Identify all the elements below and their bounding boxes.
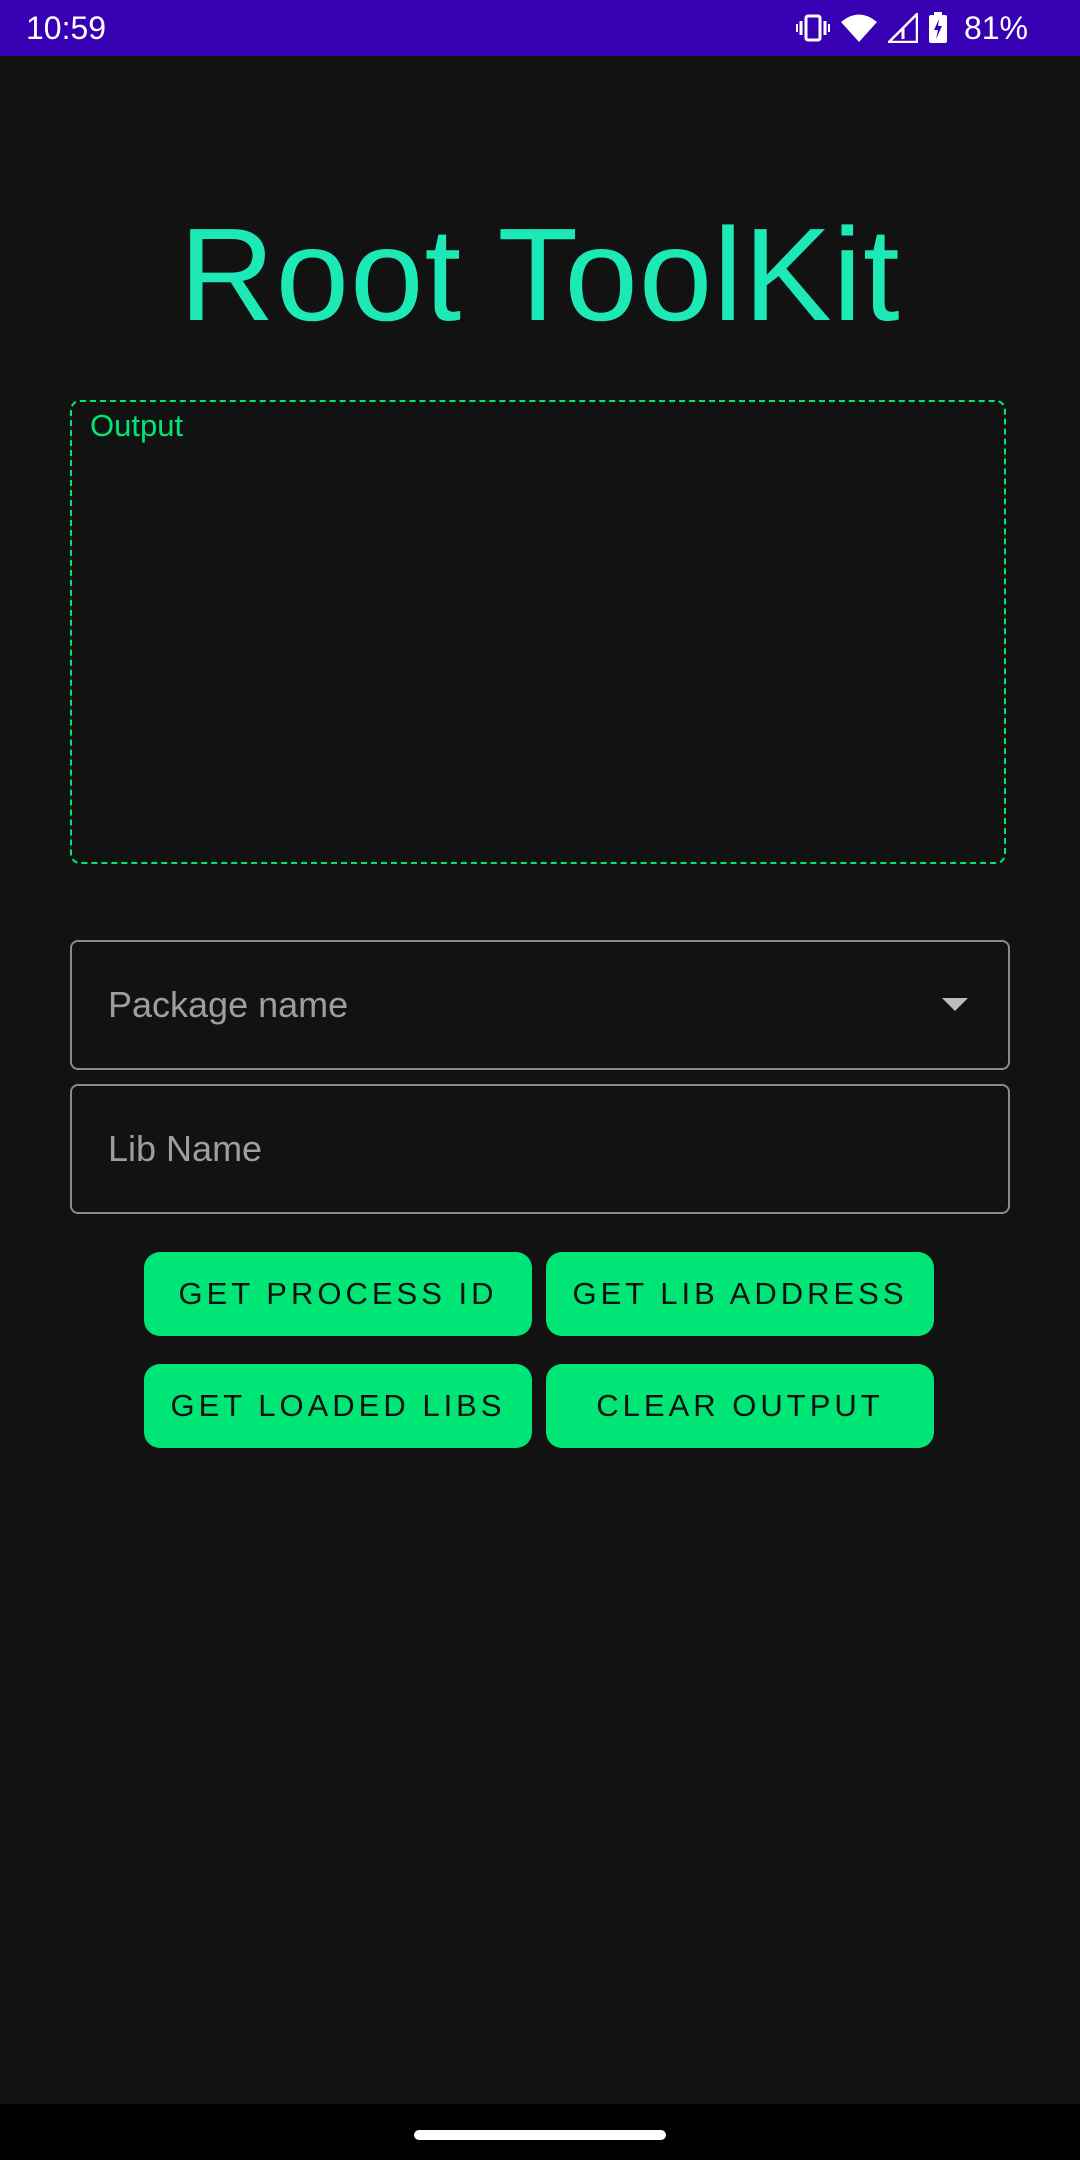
navigation-bar (0, 2104, 1080, 2160)
lib-name-placeholder: Lib Name (108, 1128, 263, 1169)
output-label: Output (90, 408, 184, 443)
lib-name-input[interactable]: Lib Name (70, 1084, 1010, 1214)
status-icons: 81% (795, 8, 1028, 48)
home-gesture-handle[interactable] (414, 2130, 666, 2140)
battery-percent: 81% (963, 10, 1028, 46)
output-panel: Output (70, 400, 1006, 864)
clear-output-button[interactable]: CLEAR OUTPUT (546, 1364, 934, 1448)
app-screen: 10:59 81% Root ToolKit Output Package na… (0, 0, 1080, 2160)
status-time: 10:59 (26, 10, 107, 46)
status-bar: 10:59 81% (0, 0, 1080, 56)
package-name-dropdown[interactable]: Package name (70, 940, 1010, 1070)
package-name-placeholder: Package name (108, 984, 349, 1025)
cell-signal-icon (887, 13, 918, 43)
wifi-icon (840, 13, 878, 43)
dropdown-arrow-icon[interactable] (942, 998, 968, 1011)
vibrate-icon (795, 13, 830, 43)
battery-charging-icon (928, 12, 948, 44)
get-lib-address-button[interactable]: GET LIB ADDRESS (546, 1252, 934, 1336)
get-process-id-button[interactable]: GET PROCESS ID (144, 1252, 532, 1336)
app-title: Root ToolKit (179, 201, 901, 348)
get-loaded-libs-button[interactable]: GET LOADED LIBS (144, 1364, 532, 1448)
